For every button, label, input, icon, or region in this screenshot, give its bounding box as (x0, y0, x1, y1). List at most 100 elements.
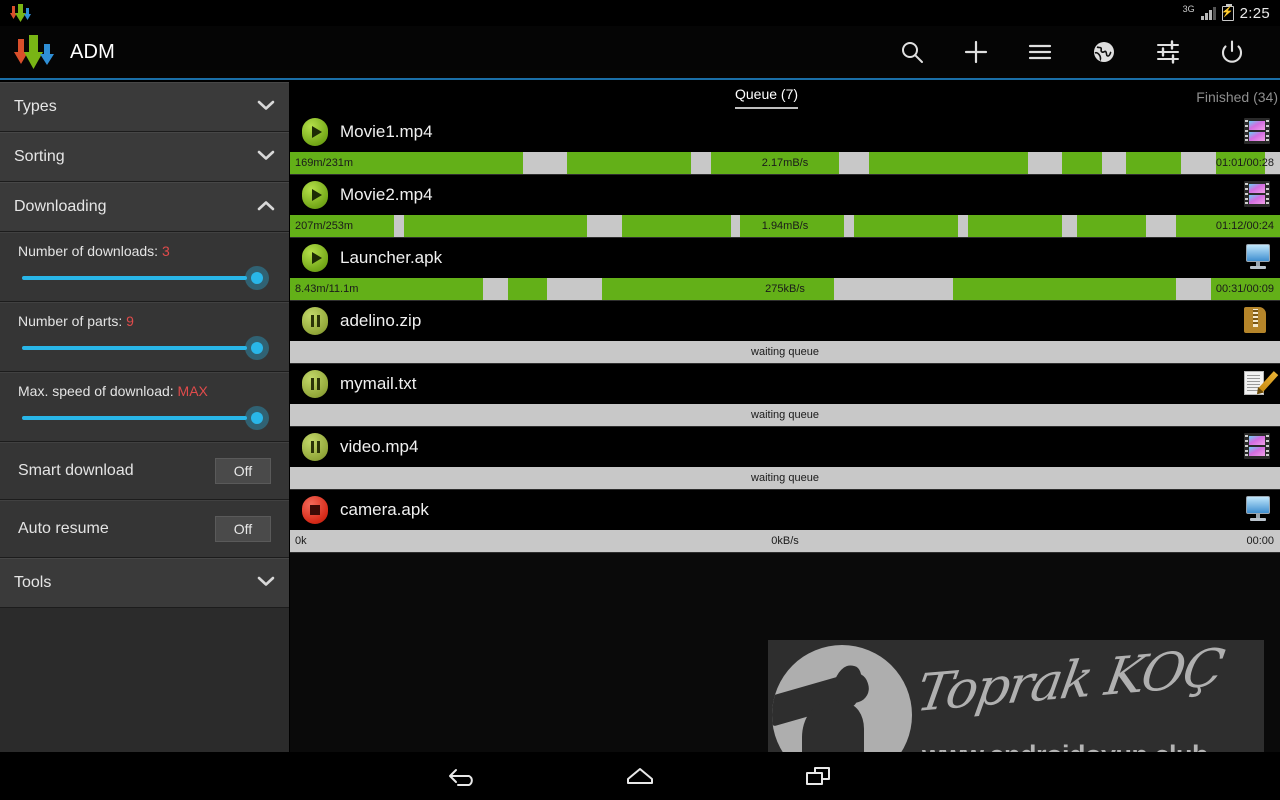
pause-icon[interactable] (302, 307, 328, 335)
browser-button[interactable] (1072, 25, 1136, 79)
download-item-header[interactable]: camera.apk (290, 490, 1280, 530)
setting-label-text: Number of parts: (18, 313, 123, 329)
status-bar-right: 3G ⚡ 2:25 (1183, 3, 1280, 22)
setting-max-speed: Max. speed of download: MAX (0, 372, 289, 442)
setting-label: Number of downloads: 3 (18, 243, 271, 259)
download-item[interactable]: camera.apk 0k 0kB/s 00:00 (290, 490, 1280, 553)
menu-button[interactable] (1008, 25, 1072, 79)
play-icon[interactable] (302, 118, 328, 146)
chevron-down-icon (257, 574, 275, 592)
action-bar-buttons (880, 25, 1280, 79)
nav-back-button[interactable] (432, 752, 492, 800)
download-item[interactable]: video.mp4 waiting queue (290, 427, 1280, 490)
tab-finished[interactable]: Finished (34) (1196, 89, 1278, 105)
download-item-header[interactable]: Movie1.mp4 (290, 112, 1280, 152)
progress-time-label: 00:31/00:09 (1215, 283, 1274, 295)
settings-button[interactable] (1136, 25, 1200, 79)
pause-icon[interactable] (302, 433, 328, 461)
number-of-parts-slider[interactable] (18, 336, 271, 360)
status-bar: 3G ⚡ 2:25 (0, 0, 1280, 26)
setting-smart-download: Smart download Off (0, 442, 289, 500)
download-status-text: waiting queue (290, 467, 1280, 489)
sidebar-section-types[interactable]: Types (0, 82, 289, 132)
sidebar-section-downloading[interactable]: Downloading (0, 182, 289, 232)
pause-icon[interactable] (302, 370, 328, 398)
sidebar-section-label: Tools (14, 574, 52, 591)
progress-time-label: 01:01/00:28 (1215, 157, 1274, 169)
download-item-header[interactable]: Movie2.mp4 (290, 175, 1280, 215)
smart-download-toggle[interactable]: Off (215, 458, 271, 484)
download-file-type-icon (1244, 244, 1272, 272)
app-title: ADM (70, 40, 116, 63)
stop-icon[interactable] (302, 496, 328, 524)
monitor-icon (1244, 496, 1272, 522)
add-download-button[interactable] (944, 25, 1008, 79)
download-item[interactable]: Movie2.mp4 207m/253m 1.94mB/s 01:12/00:24 (290, 175, 1280, 238)
progress-time-label: 01:12/00:24 (1215, 220, 1274, 232)
download-list: Movie1.mp4 169m/231m 2.17mB/s 01:01/00:28 Mo… (290, 112, 1280, 553)
slider-track (22, 276, 247, 280)
settings-sidebar: Types Sorting Downloading Number of down… (0, 82, 290, 752)
download-progress-bar: 0k 0kB/s 00:00 (290, 530, 1280, 552)
text-document-icon (1244, 370, 1279, 397)
sidebar-section-label: Sorting (14, 148, 65, 165)
download-file-type-icon (1244, 181, 1272, 209)
battery-charging-icon: ⚡ (1221, 3, 1234, 21)
zip-icon (1244, 307, 1266, 333)
slider-track (22, 416, 247, 420)
download-item-header[interactable]: adelino.zip (290, 301, 1280, 341)
download-status-text: waiting queue (290, 404, 1280, 426)
download-file-type-icon (1244, 307, 1272, 335)
download-item[interactable]: Movie1.mp4 169m/231m 2.17mB/s 01:01/00:28 (290, 112, 1280, 175)
film-icon (1244, 433, 1270, 459)
download-item-header[interactable]: video.mp4 (290, 427, 1280, 467)
download-progress-bar: 169m/231m 2.17mB/s 01:01/00:28 (290, 152, 1280, 174)
setting-number-of-parts: Number of parts: 9 (0, 302, 289, 372)
nav-recents-button[interactable] (788, 752, 848, 800)
play-icon[interactable] (302, 244, 328, 272)
download-status-text: waiting queue (290, 341, 1280, 363)
progress-speed-label: 0kB/s (771, 535, 799, 547)
android-nav-bar (0, 752, 1280, 800)
download-item[interactable]: adelino.zip waiting queue (290, 301, 1280, 364)
max-speed-slider[interactable] (18, 406, 271, 430)
sidebar-section-label: Downloading (14, 198, 107, 215)
download-file-name: Movie1.mp4 (340, 122, 433, 141)
sidebar-section-sorting[interactable]: Sorting (0, 132, 289, 182)
download-file-name: adelino.zip (340, 311, 422, 330)
tab-bar: Queue (7) Finished (34) (290, 82, 1280, 112)
search-button[interactable] (880, 25, 944, 79)
progress-time-label: 00:00 (1246, 535, 1274, 547)
download-file-type-icon (1244, 433, 1272, 461)
sidebar-section-label: Types (14, 98, 57, 115)
slider-thumb[interactable] (251, 342, 263, 354)
slider-thumb[interactable] (251, 272, 263, 284)
setting-label: Max. speed of download: MAX (18, 383, 271, 399)
adm-notification-icon (10, 4, 32, 22)
setting-number-of-downloads: Number of downloads: 3 (0, 232, 289, 302)
setting-value: 3 (161, 243, 170, 259)
film-icon (1244, 181, 1270, 207)
download-item-header[interactable]: Launcher.apk (290, 238, 1280, 278)
setting-label-text: Max. speed of download: (18, 383, 174, 399)
power-button[interactable] (1200, 25, 1264, 79)
chevron-down-icon (257, 98, 275, 116)
download-file-name: video.mp4 (340, 437, 419, 456)
download-item-header[interactable]: mymail.txt (290, 364, 1280, 404)
slider-thumb[interactable] (251, 412, 263, 424)
download-item[interactable]: mymail.txt waiting queue (290, 364, 1280, 427)
progress-speed-label: 275kB/s (765, 283, 805, 295)
toggle-label: Smart download (18, 462, 134, 479)
number-of-downloads-slider[interactable] (18, 266, 271, 290)
signal-bars-icon (1200, 6, 1216, 20)
download-progress-bar: 207m/253m 1.94mB/s 01:12/00:24 (290, 215, 1280, 237)
play-icon[interactable] (302, 181, 328, 209)
download-progress-bar: 8.43m/11.1m 275kB/s 00:31/00:09 (290, 278, 1280, 300)
download-item[interactable]: Launcher.apk 8.43m/11.1m 275kB/s 00:31/00:0… (290, 238, 1280, 301)
nav-home-button[interactable] (610, 752, 670, 800)
auto-resume-toggle[interactable]: Off (215, 516, 271, 542)
tab-queue[interactable]: Queue (7) (735, 86, 799, 109)
download-file-name: Movie2.mp4 (340, 185, 433, 204)
sidebar-section-tools[interactable]: Tools (0, 558, 289, 608)
setting-label-text: Number of downloads: (18, 243, 159, 259)
